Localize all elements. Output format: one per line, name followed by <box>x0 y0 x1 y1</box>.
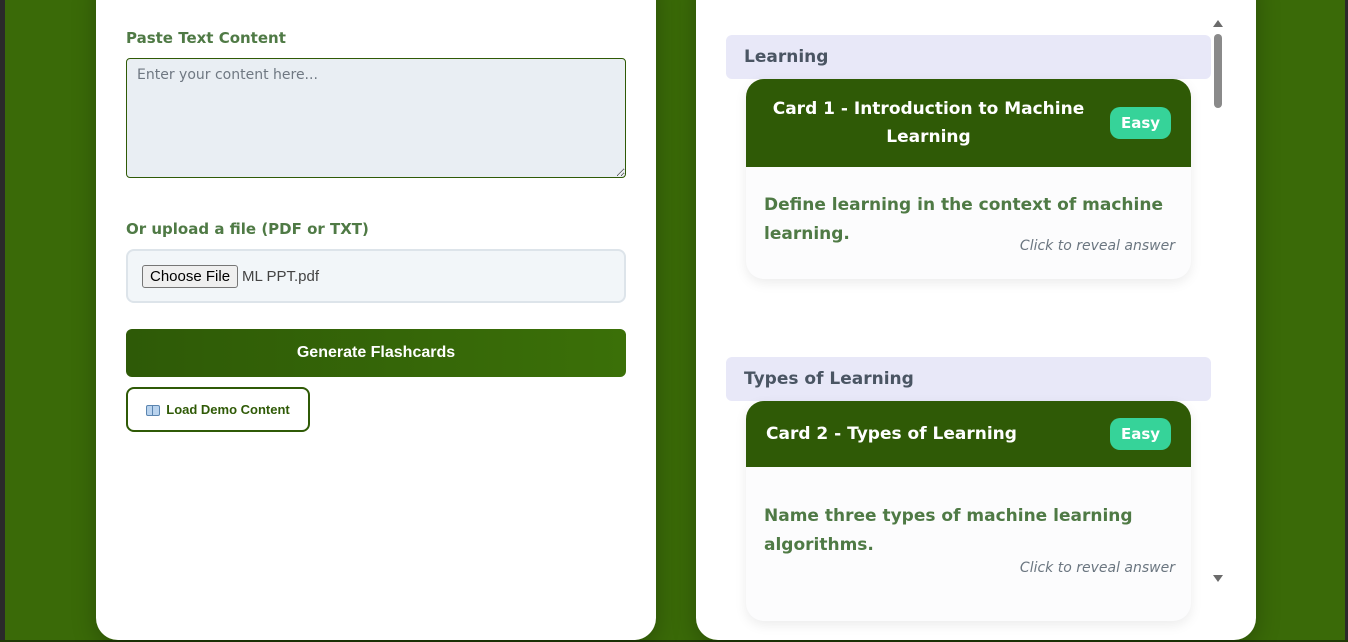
section-title: Types of Learning <box>744 369 914 389</box>
file-upload-field[interactable]: Choose File ML PPT.pdf <box>126 249 626 303</box>
section-header-types-of-learning: Types of Learning <box>726 357 1211 401</box>
window-edge-left <box>0 0 5 642</box>
flashcard-2[interactable]: Card 2 - Types of Learning Easy Name thr… <box>746 401 1191 621</box>
card-question-line1: Name three types of machine learning <box>764 506 1133 526</box>
flashcards-scroll-area[interactable]: Learning Card 1 - Introduction to Machin… <box>726 0 1226 640</box>
card-question: Name three types of machine learning alg… <box>764 502 1133 560</box>
card-header: Card 2 - Types of Learning Easy <box>746 401 1191 467</box>
load-demo-button[interactable]: Load Demo Content <box>126 387 310 432</box>
load-demo-label: Load Demo Content <box>166 402 290 417</box>
difficulty-badge: Easy <box>1110 107 1171 139</box>
reveal-answer-hint: Click to reveal answer <box>1019 238 1175 254</box>
card-question-line1: Define learning in the context of machin… <box>764 195 1163 215</box>
paste-text-label: Paste Text Content <box>126 29 286 47</box>
scroll-down-arrow-icon[interactable] <box>1213 575 1223 582</box>
scrollbar-thumb[interactable] <box>1214 34 1222 108</box>
selected-file-name: ML PPT.pdf <box>242 267 320 285</box>
generate-flashcards-label: Generate Flashcards <box>296 344 456 361</box>
scrollbar[interactable] <box>1210 20 1224 610</box>
card-header: Card 1 - Introduction to Machine Learnin… <box>746 79 1191 167</box>
content-textarea[interactable] <box>126 58 626 178</box>
flashcard-1[interactable]: Card 1 - Introduction to Machine Learnin… <box>746 79 1191 279</box>
scroll-up-arrow-icon[interactable] <box>1213 20 1223 27</box>
book-icon <box>146 404 161 416</box>
reveal-answer-hint: Click to reveal answer <box>1019 560 1175 576</box>
card-title-line1: Card 1 - Introduction to Machine <box>772 99 1085 119</box>
generate-flashcards-button[interactable]: Generate Flashcards <box>126 329 626 377</box>
card-title-line2: Learning <box>886 127 971 147</box>
card-question-line2: algorithms. <box>764 535 874 555</box>
card-title: Card 2 - Types of Learning <box>766 424 1017 444</box>
flashcards-panel: Learning Card 1 - Introduction to Machin… <box>696 0 1256 640</box>
card-title: Card 1 - Introduction to Machine Learnin… <box>773 95 1085 151</box>
upload-label: Or upload a file (PDF or TXT) <box>126 220 369 238</box>
input-panel: Paste Text Content Or upload a file (PDF… <box>96 0 656 640</box>
section-title: Learning <box>744 47 829 67</box>
difficulty-badge: Easy <box>1110 418 1171 450</box>
choose-file-button[interactable]: Choose File <box>142 264 239 288</box>
section-header-learning: Learning <box>726 35 1211 79</box>
